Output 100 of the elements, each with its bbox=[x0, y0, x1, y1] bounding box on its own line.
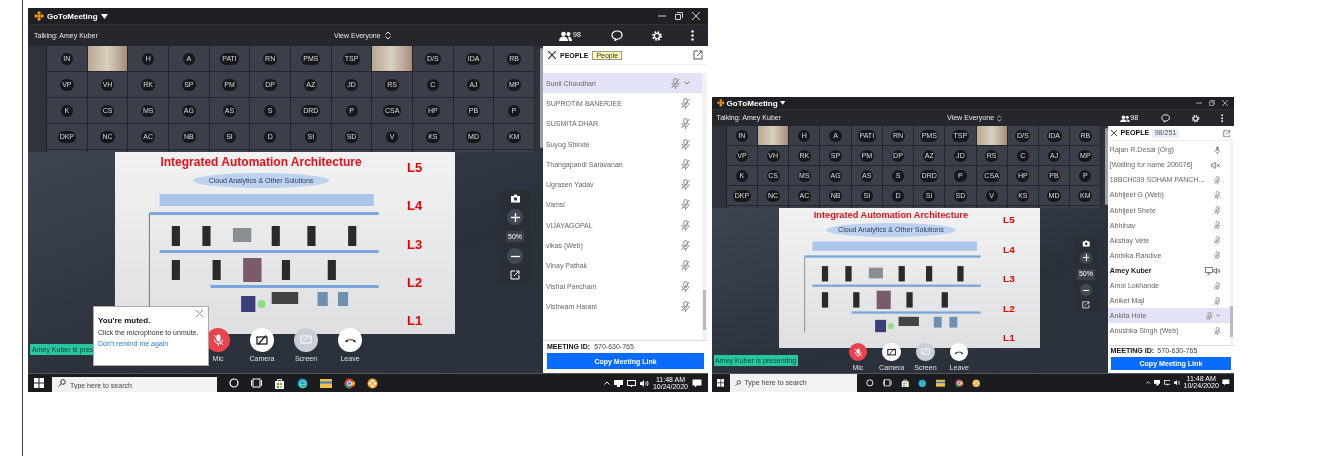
chrome-icon[interactable] bbox=[344, 377, 355, 389]
phone-hang-up-icon bbox=[343, 337, 357, 343]
chevron-up-icon[interactable] bbox=[603, 381, 610, 385]
level-label: L4 bbox=[1003, 243, 1016, 255]
close-icon[interactable] bbox=[548, 51, 556, 59]
muted-mic-icon[interactable] bbox=[681, 260, 690, 272]
scrollbar[interactable] bbox=[702, 73, 707, 340]
display-icon[interactable] bbox=[1163, 380, 1171, 386]
folder-icon[interactable] bbox=[320, 378, 332, 388]
task-view-icon[interactable] bbox=[251, 378, 262, 388]
notification-icon[interactable] bbox=[1221, 379, 1230, 387]
screen-speaker-icon[interactable] bbox=[1205, 266, 1221, 275]
speaker-muted-icon[interactable] bbox=[1211, 161, 1221, 169]
chat-icon[interactable] bbox=[610, 30, 623, 41]
muted-mic-icon[interactable] bbox=[681, 300, 690, 312]
call-control-button[interactable] bbox=[882, 343, 901, 362]
task-view-icon[interactable] bbox=[883, 379, 892, 387]
participant-tile[interactable] bbox=[372, 46, 413, 72]
shopping-bag-icon[interactable] bbox=[900, 378, 910, 388]
up-down-chevron-icon bbox=[384, 31, 391, 40]
chevron-up-icon[interactable] bbox=[1145, 381, 1151, 385]
more-icon[interactable] bbox=[690, 30, 694, 41]
circle-icon[interactable] bbox=[866, 379, 874, 387]
minimize-icon[interactable] bbox=[658, 12, 666, 20]
video-placeholder bbox=[87, 46, 128, 71]
level-label: L2 bbox=[407, 274, 424, 290]
scrollbar[interactable] bbox=[1229, 142, 1234, 345]
restore-icon[interactable] bbox=[675, 12, 683, 20]
chevron-down-icon[interactable] bbox=[684, 81, 690, 86]
more-icon[interactable] bbox=[1221, 114, 1224, 123]
app-name: GoToMeeting bbox=[47, 11, 98, 21]
speaker-icon[interactable] bbox=[639, 379, 649, 387]
screen-icon bbox=[300, 335, 312, 345]
mic-icon[interactable] bbox=[1213, 146, 1221, 155]
muted-mic-icon[interactable] bbox=[681, 280, 690, 292]
flower-logo-icon bbox=[34, 11, 44, 21]
muted-mic-icon[interactable] bbox=[681, 118, 690, 130]
camera-off-icon bbox=[887, 348, 897, 357]
muted-mic-icon[interactable] bbox=[681, 199, 690, 211]
speaker-icon[interactable] bbox=[1173, 380, 1181, 386]
notification-icon[interactable] bbox=[692, 378, 702, 388]
minimize-icon[interactable] bbox=[1195, 100, 1202, 107]
restore-icon[interactable] bbox=[1208, 100, 1216, 107]
caret-icon[interactable] bbox=[780, 101, 786, 106]
level-label: L5 bbox=[407, 160, 424, 175]
camera-icon[interactable] bbox=[1081, 240, 1091, 248]
settings-icon[interactable] bbox=[650, 29, 663, 42]
circle-icon[interactable] bbox=[229, 378, 239, 388]
muted-mic-icon bbox=[853, 347, 863, 357]
participant-tile[interactable] bbox=[87, 46, 129, 72]
caret-icon[interactable] bbox=[100, 13, 108, 19]
zoom-out-button[interactable] bbox=[1079, 284, 1093, 297]
popup-title: You're muted. bbox=[98, 316, 152, 325]
people-icon bbox=[559, 30, 572, 41]
pop-out-icon[interactable] bbox=[693, 50, 703, 60]
flower-app-icon[interactable] bbox=[367, 377, 378, 389]
browser-icon[interactable] bbox=[918, 378, 927, 388]
search-icon bbox=[735, 379, 742, 386]
participant-tile[interactable] bbox=[758, 126, 790, 147]
scrollbar[interactable] bbox=[1105, 128, 1108, 205]
slide-title: Integrated Automation Architecture bbox=[160, 155, 362, 169]
slide-title: Integrated Automation Architecture bbox=[813, 210, 969, 221]
call-control-button[interactable] bbox=[250, 328, 274, 352]
settings-icon[interactable] bbox=[1191, 113, 1201, 123]
display-icon[interactable] bbox=[626, 379, 636, 387]
muted-mic-icon[interactable] bbox=[681, 158, 690, 170]
windows-start-icon[interactable] bbox=[34, 378, 44, 388]
video-placeholder bbox=[976, 126, 1007, 146]
network-icon[interactable] bbox=[1153, 380, 1161, 386]
zoom-in-button[interactable] bbox=[507, 209, 523, 225]
plus-icon bbox=[1082, 254, 1090, 262]
camera-icon[interactable] bbox=[509, 194, 521, 203]
call-control-button[interactable] bbox=[950, 343, 969, 362]
camera-off-icon bbox=[256, 335, 268, 345]
browser-icon[interactable] bbox=[297, 377, 308, 389]
chat-icon[interactable] bbox=[1160, 114, 1170, 123]
chrome-icon[interactable] bbox=[954, 378, 963, 388]
shopping-bag-icon[interactable] bbox=[274, 377, 285, 389]
level-label: L3 bbox=[1003, 273, 1016, 285]
folder-icon[interactable] bbox=[936, 379, 946, 387]
video-placeholder bbox=[758, 126, 789, 146]
up-down-chevron-icon bbox=[997, 114, 1002, 122]
muted-mic-icon bbox=[212, 334, 224, 346]
muted-mic-icon[interactable] bbox=[681, 97, 690, 109]
call-control-button[interactable] bbox=[338, 328, 362, 352]
muted-mic-icon[interactable] bbox=[671, 77, 680, 89]
level-label: L1 bbox=[407, 313, 424, 328]
flower-app-icon[interactable] bbox=[972, 378, 981, 388]
muted-mic-icon[interactable] bbox=[681, 219, 690, 231]
muted-mic-icon[interactable] bbox=[681, 179, 690, 191]
muted-mic-icon[interactable] bbox=[681, 138, 690, 150]
network-icon[interactable] bbox=[613, 379, 623, 387]
muted-mic-icon[interactable] bbox=[681, 240, 690, 251]
close-icon[interactable] bbox=[1111, 130, 1118, 137]
zoom-in-button[interactable] bbox=[1079, 251, 1093, 264]
screen-icon bbox=[920, 348, 931, 357]
windows-start-icon[interactable] bbox=[716, 379, 725, 387]
scrollbar[interactable] bbox=[540, 48, 543, 148]
zoom-out-button[interactable] bbox=[507, 248, 523, 264]
participant-tile[interactable] bbox=[976, 126, 1008, 147]
